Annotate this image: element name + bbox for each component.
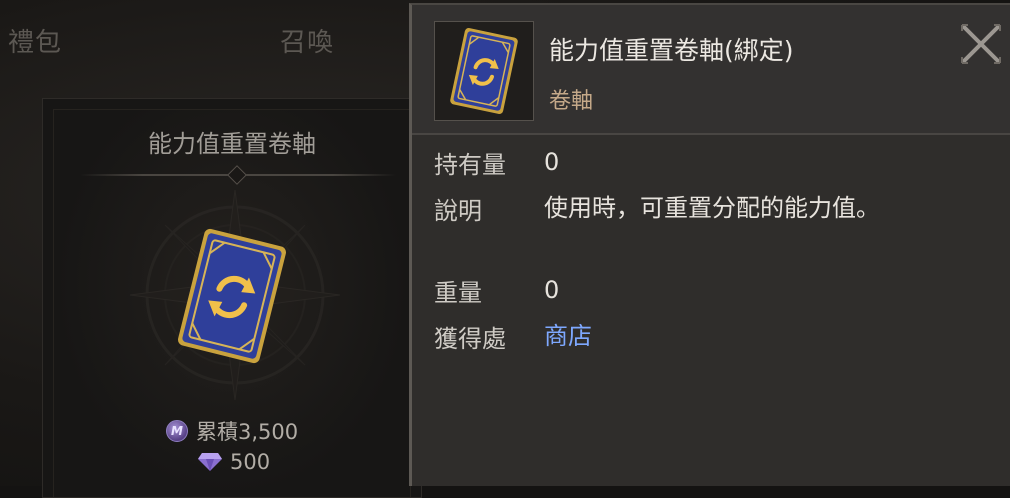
scroll-card-icon [450, 27, 518, 115]
item-category: 卷軸 [549, 89, 594, 114]
weight-label: 重量 [434, 279, 482, 307]
item-name: 能力值重置卷軸(綁定) [549, 36, 794, 65]
weight-value: 0 [544, 276, 560, 304]
source-link-shop[interactable]: 商店 [544, 319, 904, 353]
scroll-card-icon [178, 228, 286, 364]
gem-price: 500 [198, 450, 270, 474]
product-title: 能力值重置卷軸 [148, 130, 316, 158]
item-icon-frame [434, 21, 534, 121]
tab-summon[interactable]: 召喚 [280, 22, 334, 59]
description-value: 使用時，可重置分配的能力值。 [544, 194, 880, 222]
close-icon[interactable] [958, 21, 1004, 67]
tooltip-header: 能力值重置卷軸(綁定) 卷軸 [412, 5, 1010, 135]
quantity-value: 0 [544, 148, 560, 176]
description-label: 說明 [434, 197, 482, 225]
gem-price-label: 500 [230, 450, 271, 474]
tab-gift[interactable]: 禮包 [8, 22, 62, 59]
accumulated-price: M 累積3,500 [166, 416, 298, 446]
item-tooltip: 能力值重置卷軸(綁定) 卷軸 持有量 0 說明 使用時，可重置分配的能力值。 重… [409, 3, 1010, 486]
mileage-coin-icon: M [166, 420, 188, 442]
diamond-gem-icon [198, 453, 222, 471]
quantity-label: 持有量 [434, 151, 506, 179]
accumulated-price-label: 累積3,500 [196, 420, 299, 444]
source-label: 獲得處 [434, 325, 506, 353]
